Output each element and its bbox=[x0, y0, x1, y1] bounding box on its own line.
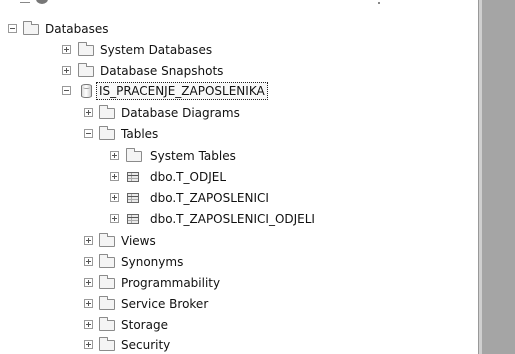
object-explorer-tree: Databases System Databases Database Snap… bbox=[0, 0, 478, 354]
tree-node-label: System Tables bbox=[150, 149, 236, 163]
folder-icon bbox=[99, 317, 115, 331]
expand-plus-icon[interactable] bbox=[84, 320, 93, 329]
expand-plus-icon[interactable] bbox=[110, 193, 119, 202]
scroll-mark bbox=[378, 2, 380, 4]
tree-node-label: Synonyms bbox=[121, 255, 184, 269]
tree-node-label: Views bbox=[121, 234, 156, 248]
folder-icon bbox=[99, 337, 115, 351]
folder-icon bbox=[99, 105, 115, 119]
expand-plus-icon[interactable] bbox=[84, 299, 93, 308]
tree-node-label: Security bbox=[121, 338, 171, 352]
collapse-minus-icon[interactable] bbox=[62, 86, 71, 95]
tree-node-label: System Databases bbox=[100, 43, 213, 57]
folder-icon bbox=[78, 42, 94, 56]
folder-icon bbox=[99, 233, 115, 247]
expand-plus-icon[interactable] bbox=[110, 151, 119, 160]
expand-plus-icon[interactable] bbox=[62, 45, 71, 54]
folder-icon bbox=[23, 21, 39, 35]
expand-plus-icon[interactable] bbox=[84, 108, 93, 117]
side-panel bbox=[482, 0, 515, 354]
tree-node-label: dbo.T_ODJEL bbox=[150, 170, 227, 184]
tree-node-label: Tables bbox=[121, 127, 159, 141]
folder-icon bbox=[78, 63, 94, 77]
tree-line-partial bbox=[20, 0, 30, 3]
server-node-icon-partial bbox=[36, 0, 48, 4]
database-icon bbox=[81, 84, 92, 98]
expand-plus-icon[interactable] bbox=[110, 172, 119, 181]
tree-node-label: Database Diagrams bbox=[121, 106, 240, 120]
selected-database-label: IS_PRACENJE_ZAPOSLENIKA bbox=[96, 82, 268, 100]
tree-node-label: Storage bbox=[121, 318, 168, 332]
tree-node-label: Databases bbox=[45, 22, 109, 36]
table-icon bbox=[127, 214, 139, 224]
expand-plus-icon[interactable] bbox=[84, 278, 93, 287]
collapse-minus-icon[interactable] bbox=[8, 24, 17, 33]
expand-plus-icon[interactable] bbox=[84, 236, 93, 245]
expand-plus-icon[interactable] bbox=[84, 340, 93, 349]
tree-node-label: dbo.T_ZAPOSLENICI_ODJELI bbox=[150, 212, 315, 226]
table-icon bbox=[127, 172, 139, 182]
expand-plus-icon[interactable] bbox=[84, 257, 93, 266]
tree-node-label: Programmability bbox=[121, 276, 221, 290]
tree-node-label: Service Broker bbox=[121, 297, 209, 311]
folder-icon bbox=[99, 275, 115, 289]
expand-plus-icon[interactable] bbox=[62, 66, 71, 75]
table-icon bbox=[127, 193, 139, 203]
tree-node-label: dbo.T_ZAPOSLENICI bbox=[150, 191, 269, 205]
folder-icon bbox=[99, 126, 115, 140]
folder-icon bbox=[99, 296, 115, 310]
folder-icon bbox=[99, 254, 115, 268]
collapse-minus-icon[interactable] bbox=[84, 129, 93, 138]
tree-node-label: Database Snapshots bbox=[100, 64, 224, 78]
expand-plus-icon[interactable] bbox=[110, 214, 119, 223]
folder-icon bbox=[126, 148, 142, 162]
